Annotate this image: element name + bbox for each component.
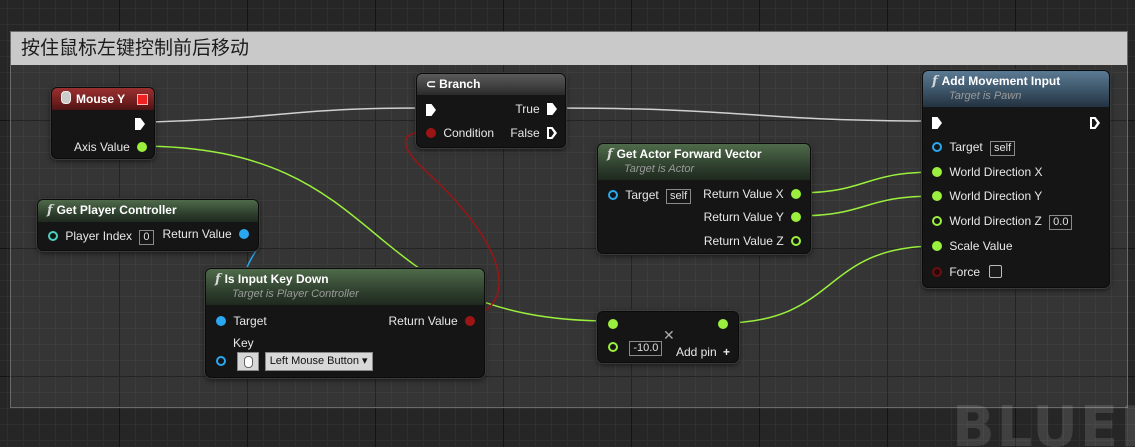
force-pin[interactable] (932, 267, 942, 277)
branch-node[interactable]: ⊂ Branch True Condition False (416, 73, 566, 148)
condition-label: Condition (443, 126, 495, 140)
exec-in-pin[interactable] (426, 104, 436, 116)
world-direction-z-field[interactable]: 0.0 (1049, 215, 1073, 230)
node-title: Branch (439, 77, 481, 91)
mouse-y-node[interactable]: Mouse Y Axis Value (51, 87, 155, 159)
node-subtitle: Target is Player Controller (232, 288, 359, 300)
scale-value-label: Scale Value (949, 239, 1013, 253)
multiply-icon: ✕ (663, 327, 675, 343)
key-selector-icon[interactable] (237, 352, 260, 372)
add-pin-label: Add pin (675, 345, 717, 359)
multiply-node[interactable]: ✕ -10.0 Add pin + (597, 311, 739, 363)
return-value-pin[interactable] (239, 229, 249, 239)
return-value-label: Return Value (388, 314, 458, 328)
node-title: Get Player Controller (56, 203, 177, 217)
key-dropdown[interactable]: Left Mouse Button ▾ (264, 352, 373, 372)
target-label: Target (949, 140, 983, 154)
player-index-field[interactable]: 0 (139, 230, 154, 245)
dropdown-arrow-icon: ▾ (362, 355, 368, 368)
return-value-pin[interactable] (465, 316, 475, 326)
player-index-label: Player Index (65, 229, 133, 243)
target-label: Target (625, 188, 659, 202)
return-z-label: Return Value Z (703, 234, 784, 248)
false-label: False (510, 126, 540, 140)
world-direction-z-label: World Direction Z (949, 214, 1042, 228)
target-field[interactable]: self (666, 189, 692, 204)
true-label: True (515, 102, 540, 116)
key-dropdown-value: Left Mouse Button (269, 355, 359, 368)
key-label: Key (233, 336, 254, 350)
return-x-pin[interactable] (791, 189, 801, 199)
key-pin[interactable] (216, 356, 226, 366)
function-icon: f (932, 74, 938, 89)
node-subtitle: Target is Pawn (949, 90, 1022, 102)
node-header[interactable]: f Get Actor Forward Vector Target is Acto… (598, 144, 810, 180)
comment-title[interactable]: 按住鼠标左键控制前后移动 (11, 32, 1127, 65)
node-subtitle: Target is Actor (624, 163, 695, 175)
return-y-label: Return Value Y (703, 210, 784, 224)
multiplier-field[interactable]: -10.0 (629, 341, 663, 356)
mouse-icon (61, 91, 71, 104)
target-label: Target (233, 314, 267, 328)
exec-out-pin[interactable] (135, 118, 145, 130)
node-title: Add Movement Input (941, 74, 1061, 88)
exec-out-pin[interactable] (1090, 117, 1100, 129)
add-pin-button[interactable]: Add pin + (676, 344, 730, 360)
force-checkbox[interactable] (989, 265, 1003, 278)
false-exec-pin[interactable] (547, 127, 557, 139)
node-header[interactable]: f Get Player Controller (38, 200, 258, 222)
plus-icon: + (722, 345, 730, 359)
branch-icon: ⊂ (426, 77, 437, 91)
output-pin[interactable] (718, 319, 728, 329)
condition-pin[interactable] (426, 128, 436, 138)
axis-value-label: Axis Value (74, 140, 130, 154)
world-direction-y-label: World Direction Y (949, 189, 1043, 203)
scale-value-pin[interactable] (932, 241, 942, 251)
node-title: Is Input Key Down (224, 272, 329, 286)
is-input-key-down-node[interactable]: f Is Input Key Down Target is Player Cont… (205, 268, 485, 378)
true-exec-pin[interactable] (547, 103, 557, 115)
target-pin[interactable] (932, 142, 942, 152)
target-pin[interactable] (216, 316, 226, 326)
event-pin-square[interactable] (137, 94, 148, 105)
target-field[interactable]: self (990, 141, 1016, 156)
node-title: Get Actor Forward Vector (616, 147, 762, 161)
node-header[interactable]: f Is Input Key Down Target is Player Cont… (206, 269, 484, 305)
blueprint-watermark: BLUEPRINT (952, 400, 1135, 447)
get-player-controller-node[interactable]: f Get Player Controller Player Index 0 Re… (37, 199, 259, 251)
exec-in-pin[interactable] (932, 117, 942, 129)
return-y-pin[interactable] (791, 212, 801, 222)
return-z-pin[interactable] (791, 236, 801, 246)
return-value-label: Return Value (162, 227, 232, 241)
world-direction-z-pin[interactable] (932, 216, 942, 226)
node-title: Mouse Y (76, 92, 126, 106)
player-index-pin[interactable] (48, 231, 58, 241)
get-actor-forward-vector-node[interactable]: f Get Actor Forward Vector Target is Acto… (597, 143, 811, 254)
node-header[interactable]: ⊂ Branch (417, 74, 565, 95)
node-header[interactable]: f Add Movement Input Target is Pawn (923, 71, 1109, 107)
add-movement-input-node[interactable]: f Add Movement Input Target is Pawn Targe… (922, 70, 1110, 288)
world-direction-x-label: World Direction X (949, 165, 1043, 179)
function-icon: f (215, 272, 221, 287)
return-x-label: Return Value X (703, 187, 784, 201)
function-icon: f (607, 147, 613, 162)
function-icon: f (47, 203, 53, 218)
node-header[interactable]: Mouse Y (52, 88, 154, 110)
input-b-pin[interactable] (608, 342, 618, 352)
force-label: Force (949, 265, 981, 279)
target-pin[interactable] (608, 190, 618, 200)
axis-value-pin[interactable] (137, 142, 148, 152)
input-a-pin[interactable] (608, 319, 618, 329)
world-direction-y-pin[interactable] (932, 191, 942, 201)
world-direction-x-pin[interactable] (932, 167, 942, 177)
